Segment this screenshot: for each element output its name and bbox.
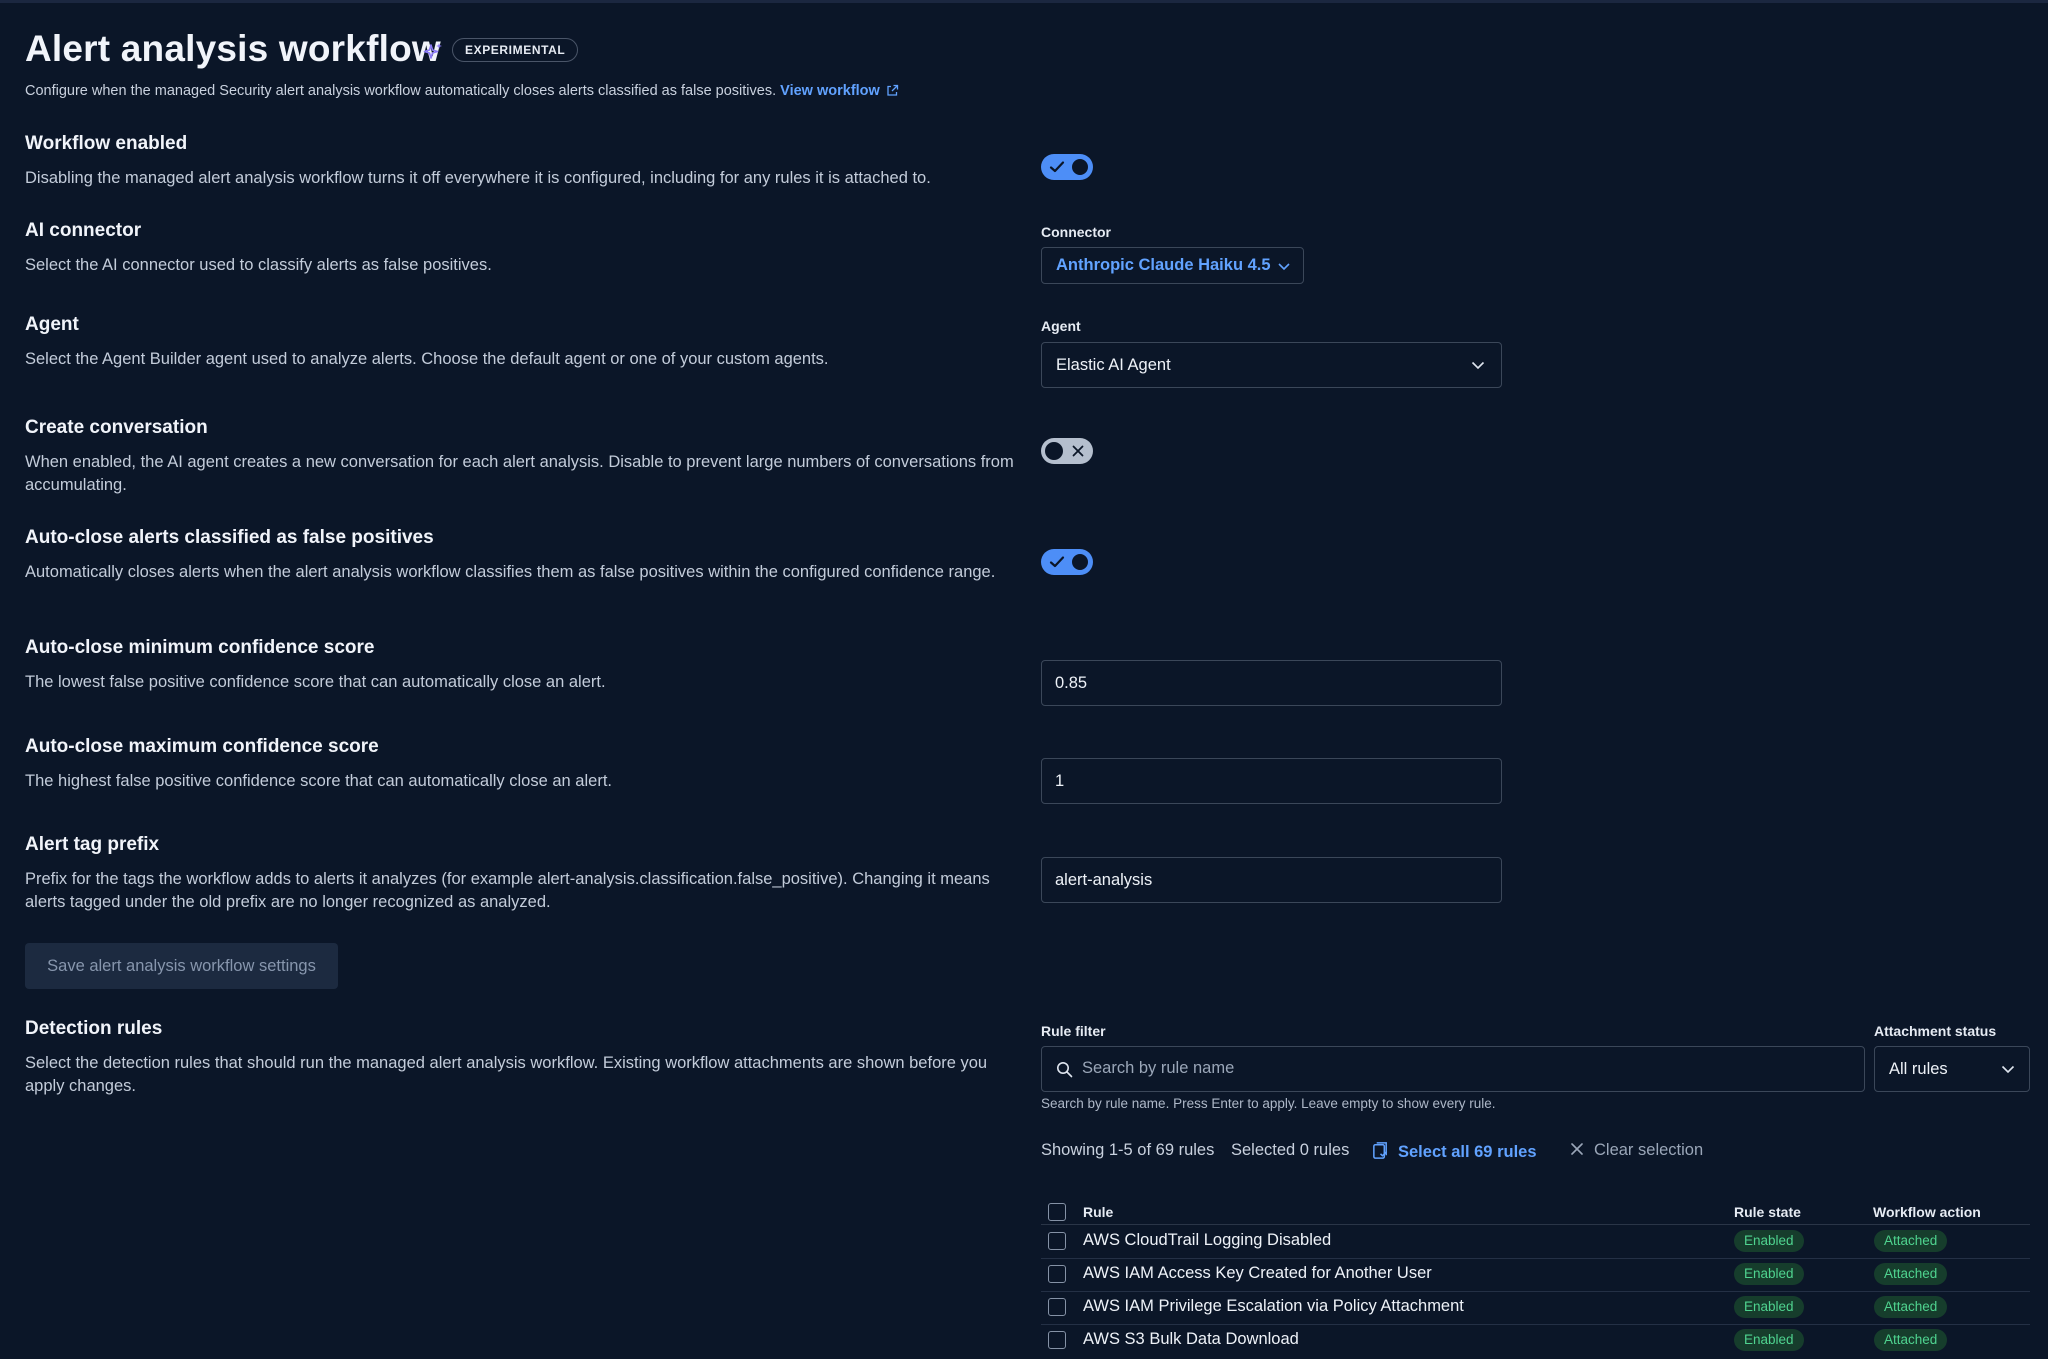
attachment-status-value: All rules [1889,1060,1948,1078]
toggle-knob [1070,552,1090,572]
rule-state-badge: Enabled [1734,1263,1804,1285]
row-checkbox[interactable] [1048,1331,1066,1349]
toggle-knob [1043,440,1065,462]
max-confidence-input[interactable] [1041,758,1502,804]
agent-label: Agent [1041,318,1081,334]
clear-selection-label: Clear selection [1594,1141,1704,1159]
attachment-status-label: Attachment status [1874,1023,1997,1039]
workflow-action-badge: Attached [1874,1230,1948,1252]
row-checkbox[interactable] [1048,1298,1066,1316]
workflow-enabled-title: Workflow enabled [25,133,188,154]
create-conversation-description: When enabled, the AI agent creates a new… [25,453,1014,494]
column-rule-state: Rule state [1734,1204,1801,1220]
page-description: Configure when the managed Security aler… [25,83,899,99]
view-workflow-link[interactable]: View workflow [780,83,899,99]
clear-selection-button[interactable]: Clear selection [1570,1141,1703,1160]
top-divider [0,0,2048,3]
column-workflow-action: Workflow action [1873,1204,1981,1220]
workflow-action-badge: Attached [1874,1329,1948,1351]
table-row: AWS IAM Access Key Created for Another U… [1041,1258,2030,1292]
min-confidence-input[interactable] [1041,660,1502,706]
detection-rules-title: Detection rules [25,1018,163,1039]
agent-select-value: Elastic AI Agent [1056,356,1171,374]
tag-prefix-title: Alert tag prefix [25,834,160,855]
workflow-action-badge: Attached [1874,1263,1948,1285]
workflow-enabled-toggle[interactable] [1041,154,1093,180]
sparkle-icon [423,43,442,59]
rule-name: AWS IAM Access Key Created for Another U… [1083,1264,1432,1282]
rule-state-badge: Enabled [1734,1296,1804,1318]
external-link-icon [887,84,898,96]
rule-search-input[interactable] [1082,1047,1842,1090]
attachment-status-select[interactable]: All rules [1874,1046,2030,1092]
showing-count: Showing 1-5 of 69 rules [1041,1141,1215,1159]
agent-select[interactable]: Elastic AI Agent [1041,342,1502,388]
rule-name: AWS CloudTrail Logging Disabled [1083,1231,1332,1249]
selected-count: Selected 0 rules [1231,1141,1350,1159]
workflow-enabled-description: Disabling the managed alert analysis wor… [25,169,931,187]
rule-filter-label: Rule filter [1041,1023,1106,1039]
connector-label: Connector [1041,224,1111,240]
view-workflow-link-label: View workflow [780,83,880,99]
auto-close-description: Automatically closes alerts when the ale… [25,563,996,581]
check-icon [1049,556,1065,568]
detection-rules-description: Select the detection rules that should r… [25,1054,988,1095]
max-confidence-title: Auto-close maximum confidence score [25,736,379,757]
search-help-text: Search by rule name. Press Enter to appl… [1041,1096,1496,1111]
check-icon [1049,161,1065,173]
search-icon [1057,1062,1073,1078]
select-all-checkbox[interactable] [1048,1203,1066,1221]
min-confidence-title: Auto-close minimum confidence score [25,637,375,658]
row-checkbox[interactable] [1048,1265,1066,1283]
max-confidence-description: The highest false positive confidence sc… [25,772,612,790]
workflow-action-badge: Attached [1874,1296,1948,1318]
chevron-down-icon [2001,1065,2015,1074]
table-row: AWS IAM Privilege Escalation via Policy … [1041,1291,2030,1325]
chevron-down-icon [1471,361,1485,370]
chevron-down-icon [1278,262,1290,270]
page-description-text: Configure when the managed Security aler… [25,83,777,99]
ai-connector-description: Select the AI connector used to classify… [25,256,492,274]
table-row: AWS S3 Bulk Data Download Enabled Attach… [1041,1324,2030,1357]
min-confidence-description: The lowest false positive confidence sco… [25,673,606,691]
rule-name: AWS S3 Bulk Data Download [1083,1330,1299,1348]
tag-prefix-description: Prefix for the tags the workflow adds to… [25,870,990,911]
rule-search-field[interactable] [1041,1046,1865,1092]
column-rule: Rule [1083,1204,1114,1220]
create-conversation-toggle[interactable] [1041,438,1093,464]
close-icon [1571,1143,1583,1155]
agent-description: Select the Agent Builder agent used to a… [25,350,829,368]
connector-select[interactable]: Anthropic Claude Haiku 4.5 [1041,247,1304,284]
experimental-badge: EXPERIMENTAL [452,38,579,62]
connector-select-value: Anthropic Claude Haiku 4.5 [1056,256,1271,274]
agent-title: Agent [25,314,79,335]
table-row: AWS CloudTrail Logging Disabled Enabled … [1041,1225,2030,1259]
rules-table-header: Rule Rule state Workflow action [1041,1184,2030,1225]
save-settings-button[interactable]: Save alert analysis workflow settings [25,943,338,989]
x-icon [1072,445,1084,457]
select-all-rules-label: Select all 69 rules [1398,1143,1537,1161]
select-all-rules-button[interactable]: Select all 69 rules [1371,1141,1537,1162]
tag-prefix-input[interactable] [1041,857,1502,903]
rule-name: AWS IAM Privilege Escalation via Policy … [1083,1297,1464,1315]
toggle-knob [1070,157,1090,177]
create-conversation-title: Create conversation [25,417,208,438]
rule-state-badge: Enabled [1734,1329,1804,1351]
rule-state-badge: Enabled [1734,1230,1804,1252]
row-checkbox[interactable] [1048,1232,1066,1250]
auto-close-toggle[interactable] [1041,549,1093,575]
auto-close-title: Auto-close alerts classified as false po… [25,527,434,548]
page-title: Alert analysis workflow [25,28,441,69]
ai-connector-title: AI connector [25,220,142,241]
select-all-icon [1373,1142,1388,1159]
